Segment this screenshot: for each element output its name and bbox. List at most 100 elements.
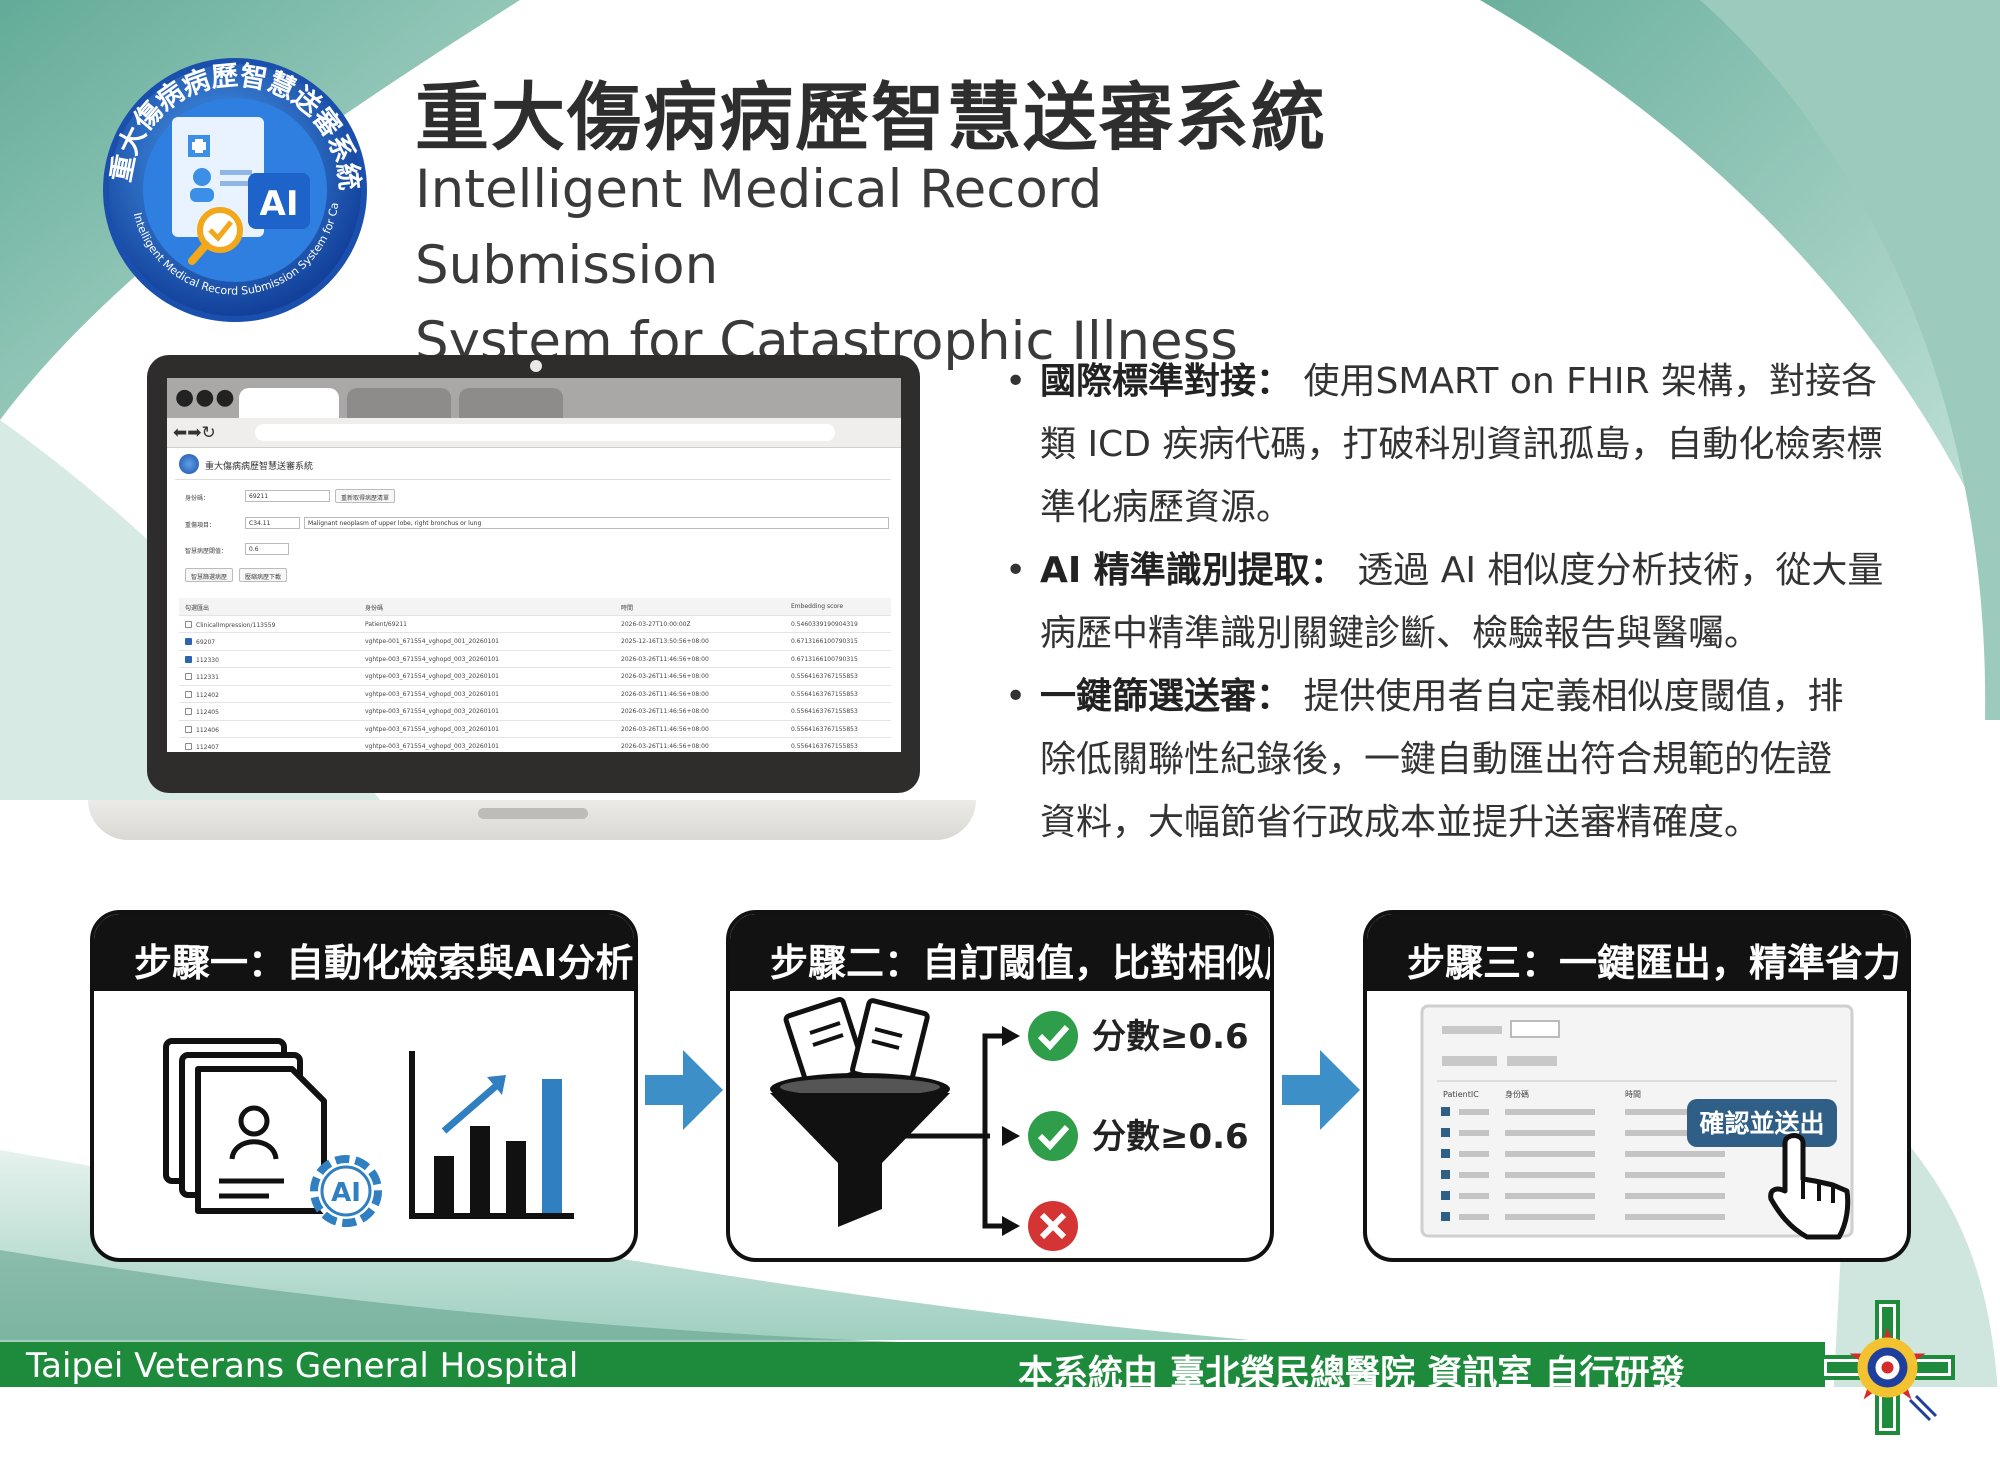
table-cell: vghtpe-003_671554_vghopd_003_20260101 <box>365 708 499 715</box>
table-row[interactable]: 112402 vghtpe-003_671554_vghopd_003_20260… <box>179 686 891 703</box>
svg-text:時間: 時間 <box>1625 1090 1641 1099</box>
export-checkbox[interactable] <box>185 638 192 645</box>
feature-text: 資料，大幅節省行政成本並提升送審精確度。 <box>1040 802 1761 843</box>
threshold-input[interactable]: 0.6 <box>245 543 289 555</box>
column-header: Embedding score <box>791 603 844 610</box>
export-checkbox[interactable] <box>185 725 192 733</box>
table-cell: 112402 <box>196 691 219 699</box>
divider <box>175 479 891 480</box>
diagnosis-label: 重傷項目： <box>185 522 216 529</box>
feature-heading: 一鍵篩選送審： <box>1040 676 1293 717</box>
patient-id-input[interactable]: 69211 <box>245 490 330 502</box>
icd-code-input[interactable]: C34.11 <box>245 517 300 529</box>
hospital-emblem-icon <box>1820 1300 1955 1435</box>
step-3-title: 步驟三：一鍵匯出，精準省力 <box>1367 914 1907 991</box>
table-cell: 0.5564163767155853 <box>791 743 858 750</box>
export-checkbox[interactable] <box>185 655 192 663</box>
address-bar[interactable] <box>255 424 835 441</box>
table-cell: 2026-03-26T11:46:56+08:00 <box>621 725 709 733</box>
export-checkbox[interactable] <box>185 690 192 698</box>
system-logo: 重大傷病病歷智慧送審系統 Intelligent Medical Record … <box>100 55 367 322</box>
feature-list: • 國際標準對接： 使用SMART on FHIR 架構，對接各 類 ICD 疾… <box>1005 350 1940 854</box>
export-checkbox[interactable] <box>185 673 192 680</box>
column-header: 身份碼 <box>365 605 384 612</box>
table-cell: 2026-03-26T11:46:56+08:00 <box>621 655 709 663</box>
step-2-title: 步驟二：自訂閾值，比對相似度 <box>730 914 1270 991</box>
column-header: 時間 <box>621 605 634 612</box>
feature-text: 提供使用者自定義相似度閾值，排 <box>1303 676 1844 717</box>
export-checkbox[interactable] <box>185 708 192 715</box>
app-content: 重大傷病病歷智慧送審系統 身份碼： 69211 重新取得病歷清單 重傷項目： C… <box>167 448 901 752</box>
page-title-en: Intelligent Medical Record Submission Sy… <box>415 152 1315 380</box>
feature-text: 類 ICD 疾病代碼，打破科別資訊孤島，自動化檢索標 <box>1040 424 1883 465</box>
svg-text:身份碼: 身份碼 <box>1505 1089 1529 1099</box>
table-row[interactable]: 69207 vghtpe-001_671554_vghopd_001_202601… <box>179 633 891 651</box>
column-header: 勾選匯出 <box>185 605 210 612</box>
flow-arrow-icon <box>1282 1050 1360 1130</box>
browser-tab-3[interactable] <box>459 388 563 418</box>
table-cell: 0.5564163767155853 <box>791 673 858 680</box>
export-checkbox[interactable] <box>185 620 192 628</box>
table-cell: 2025-12-16T13:50:56+08:00 <box>621 638 709 645</box>
export-screen-illustration: PatientIC 身份碼 時間 確認並送出 <box>1420 1004 1854 1240</box>
feature-item: • 一鍵篩選送審： 提供使用者自定義相似度閾值，排 除低關聯性紀錄後，一鍵自動匯… <box>1005 676 1844 843</box>
nav-back-forward-reload-icon[interactable]: ⬅➡↻ <box>173 423 216 443</box>
laptop-base <box>88 800 976 840</box>
table-cell: 0.6713166100790315 <box>791 638 858 645</box>
table-cell: 112405 <box>196 709 219 716</box>
laptop-screen: ●●● ⬅➡↻ 重大傷病病歷智慧送審系統 身份碼： 69211 重新取得病歷清單… <box>167 378 901 752</box>
feature-text: 透過 AI 相似度分析技術，從大量 <box>1357 550 1884 591</box>
svg-text:AI: AI <box>260 184 299 224</box>
feature-heading: AI 精準識別提取： <box>1040 550 1346 591</box>
table-cell: vghtpe-001_671554_vghopd_001_20260101 <box>365 638 499 645</box>
smart-filter-button[interactable]: 智慧篩選病歷 <box>185 568 234 582</box>
step-1-card: 步驟一：自動化檢索與AI分析 AI <box>90 910 638 1262</box>
refresh-records-button[interactable]: 重新取得病歷清單 <box>335 489 396 503</box>
table-cell: vghtpe-003_671554_vghopd_003_20260101 <box>365 743 499 750</box>
table-cell: vghtpe-003_671554_vghopd_003_20260101 <box>365 655 499 663</box>
table-cell: 0.5564163767155853 <box>791 725 858 733</box>
confirm-export-button[interactable]: 確認並送出 <box>1699 1109 1824 1138</box>
window-controls-icon[interactable]: ●●● <box>175 387 236 409</box>
patient-label: 身份碼： <box>185 495 210 502</box>
feature-text: 使用SMART on FHIR 架構，對接各 <box>1303 361 1877 402</box>
table-row[interactable]: 112331 vghtpe-003_671554_vghopd_003_20260… <box>179 668 891 686</box>
step-2-card: 步驟二：自訂閾值，比對相似度 分數≥0.6 分數≥0.6 <box>726 910 1274 1262</box>
hospital-name-en: Taipei Veterans General Hospital <box>26 1346 579 1386</box>
feature-item: • AI 精準識別提取： 透過 AI 相似度分析技術，從大量 病歷中精準識別關鍵… <box>1005 550 1884 654</box>
app-logo-icon <box>179 454 199 474</box>
table-cell: 0.5564163767155853 <box>791 690 858 698</box>
table-cell: 2026-03-27T10:00:00Z <box>621 620 691 628</box>
feature-text: 準化病歷資源。 <box>1040 487 1293 528</box>
table-row[interactable]: 112406 vghtpe-003_671554_vghopd_003_20260… <box>179 721 891 738</box>
title-en-line-1: Intelligent Medical Record Submission <box>415 159 1103 296</box>
feature-heading: 國際標準對接： <box>1040 361 1293 402</box>
table-cell: vghtpe-003_671554_vghopd_003_20260101 <box>365 725 499 733</box>
table-cell: 69207 <box>196 639 216 646</box>
table-row[interactable]: 112407 vghtpe-003_671554_vghopd_003_20260… <box>179 738 891 752</box>
svg-text:PatientIC: PatientIC <box>1443 1090 1479 1099</box>
download-records-button[interactable]: 壓縮病歷下載 <box>239 568 288 582</box>
table-cell: ClinicalImpression/113559 <box>196 621 276 629</box>
table-cell: 112330 <box>196 656 219 664</box>
records-table: 勾選匯出 身份碼 時間 Embedding score ClinicalImpr… <box>179 598 891 752</box>
filter-funnel-icon: 分數≥0.6 分數≥0.6 <box>770 997 1249 1251</box>
threshold-label: 智慧病歷閾值： <box>185 548 228 555</box>
table-row[interactable]: ClinicalImpression/113559 Patient/69211 20… <box>179 616 891 633</box>
svg-text:分數≥0.6: 分數≥0.6 <box>1092 1117 1249 1157</box>
step-1-title: 步驟一：自動化檢索與AI分析 <box>94 914 634 991</box>
table-cell: 2026-03-26T11:46:56+08:00 <box>621 743 709 750</box>
table-cell: 0.5460339190904319 <box>791 620 858 628</box>
browser-tab-active[interactable] <box>239 388 339 418</box>
table-cell: 0.6713166100790315 <box>791 655 858 663</box>
table-row[interactable]: 112405 vghtpe-003_671554_vghopd_003_20260… <box>179 703 891 721</box>
page-title-zh: 重大傷病病歷智慧送審系統 <box>415 75 1327 161</box>
documents-ai-chart-icon: AI <box>163 1038 574 1227</box>
export-checkbox[interactable] <box>185 743 192 750</box>
diagnosis-text-input[interactable]: Malignant neoplasm of upper lobe, right … <box>304 517 889 529</box>
svg-text:AI: AI <box>331 1178 361 1208</box>
table-row[interactable]: 112330 vghtpe-003_671554_vghopd_003_20260… <box>179 651 891 668</box>
feature-item: • 國際標準對接： 使用SMART on FHIR 架構，對接各 類 ICD 疾… <box>1005 361 1883 528</box>
browser-tab-2[interactable] <box>347 388 451 418</box>
app-title: 重大傷病病歷智慧送審系統 <box>205 462 314 472</box>
